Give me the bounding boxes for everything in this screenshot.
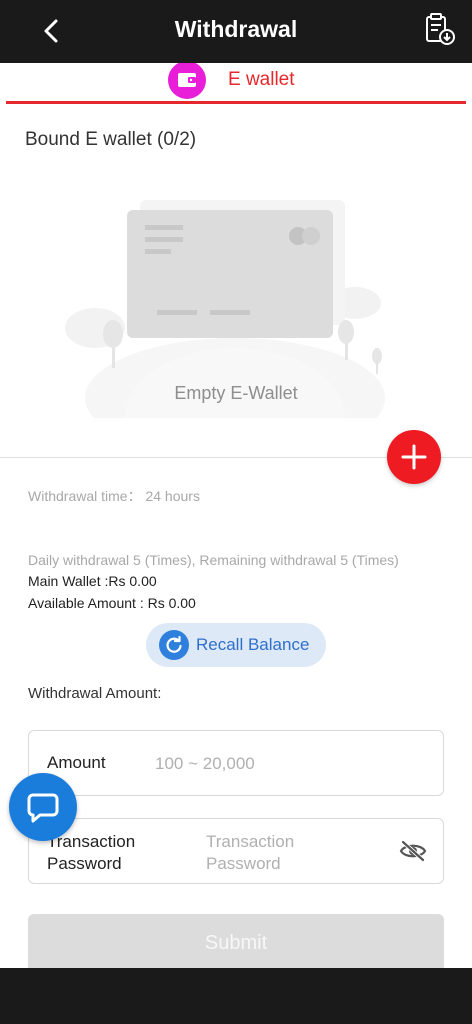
bottom-bar	[0, 968, 472, 1024]
transaction-password-field: Transaction Password Transaction Passwor…	[28, 818, 444, 884]
refresh-icon	[159, 630, 189, 660]
daily-withdrawal-info: Daily withdrawal 5 (Times), Remaining wi…	[28, 552, 399, 568]
add-e-wallet-button[interactable]	[387, 430, 441, 484]
transaction-password-label: Transaction Password	[47, 832, 136, 873]
amount-input[interactable]	[155, 749, 425, 779]
live-chat-button[interactable]	[9, 773, 77, 841]
toggle-password-visibility-button[interactable]	[399, 839, 427, 863]
withdrawal-records-button[interactable]	[420, 12, 458, 48]
withdrawal-content: E wallet Bound E wallet (0/2) Empty E-Wa…	[0, 63, 472, 968]
tab-underline	[6, 101, 466, 104]
empty-wallet-text: Empty E-Wallet	[174, 383, 298, 403]
chat-bubble-icon	[27, 793, 59, 823]
withdrawal-time: Withdrawal time： 24 hours	[28, 488, 200, 504]
amount-label: Amount	[47, 753, 106, 772]
plus-icon	[401, 444, 427, 470]
clipboard-download-icon	[426, 13, 455, 45]
main-wallet-balance: Main Wallet :Rs 0.00	[28, 573, 157, 589]
recall-balance-label: Recall Balance	[196, 635, 310, 654]
withdrawal-amount-label: Withdrawal Amount:	[28, 685, 162, 702]
transaction-password-input[interactable]: Transaction Password	[206, 831, 346, 875]
amount-field: Amount	[28, 730, 444, 796]
available-amount: Available Amount : Rs 0.00	[28, 595, 196, 611]
wallet-icon	[168, 63, 206, 99]
submit-button[interactable]: Submit	[28, 914, 444, 968]
bound-wallet-title: Bound E wallet (0/2)	[25, 129, 197, 150]
recall-balance-button[interactable]: Recall Balance	[146, 623, 326, 667]
tab-e-wallet[interactable]: E wallet	[168, 63, 295, 99]
eye-off-icon	[399, 840, 427, 862]
page-title: Withdrawal	[174, 16, 298, 42]
tab-label: E wallet	[228, 69, 295, 90]
app-header: Withdrawal	[0, 0, 472, 63]
